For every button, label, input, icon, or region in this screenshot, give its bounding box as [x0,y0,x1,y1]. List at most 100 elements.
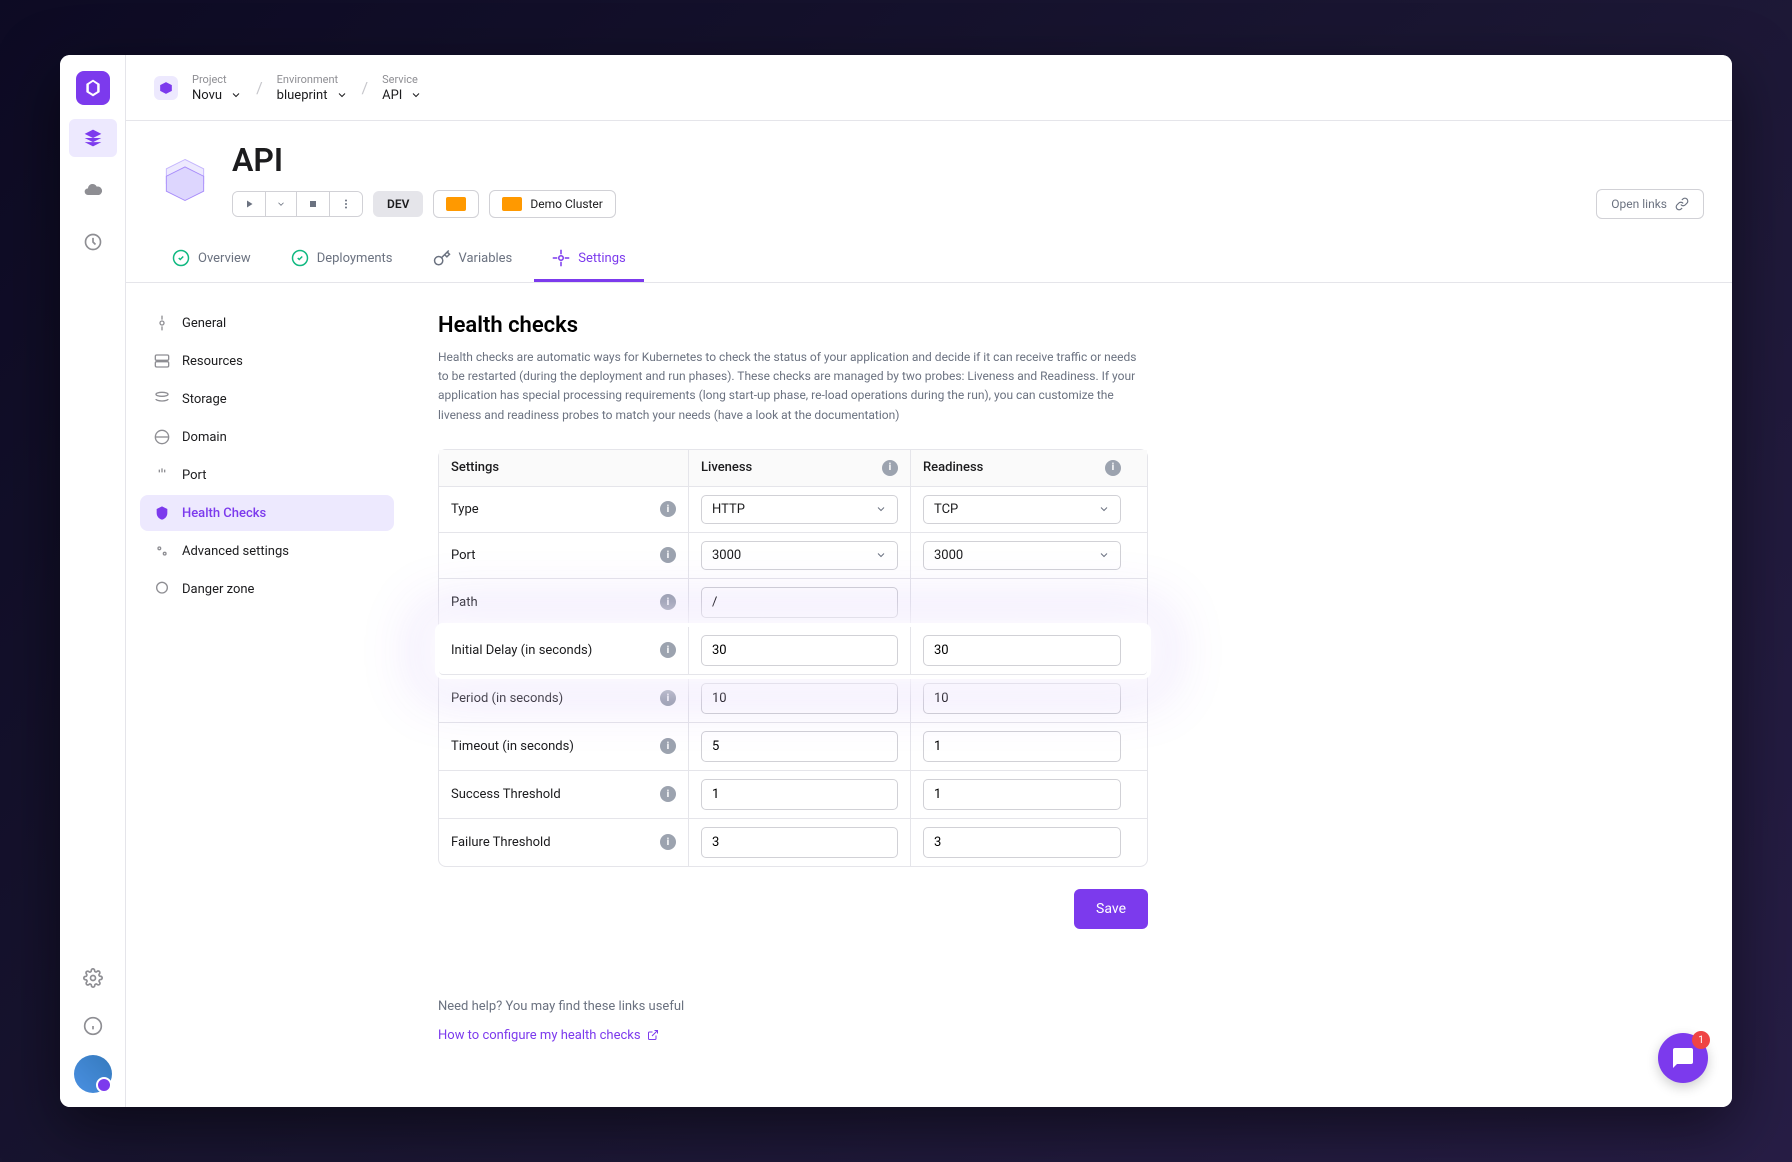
database-icon [154,391,170,407]
cluster-badge[interactable]: Demo Cluster [489,190,615,218]
liveness-path-input[interactable] [701,587,898,618]
info-icon[interactable]: i [660,786,676,802]
tab-deployments[interactable]: Deployments [273,237,411,282]
gear-icon [552,249,570,267]
nav-danger[interactable]: Danger zone [140,571,394,607]
label-success: Success Threshold [451,787,561,802]
bc-env-value[interactable]: blueprint [277,88,348,103]
rail-history[interactable] [69,223,117,261]
liveness-timeout-input[interactable] [701,731,898,762]
nav-domain[interactable]: Domain [140,419,394,455]
cloud-provider-badge[interactable] [433,190,479,218]
rail-settings[interactable] [69,959,117,997]
service-header: API DEV Demo Cluster Open links [126,121,1732,283]
gear-icon [154,315,170,331]
liveness-port-select[interactable]: 3000 [701,541,898,570]
cube-icon [159,81,173,95]
tab-settings[interactable]: Settings [534,237,643,282]
play-dropdown[interactable] [266,192,297,216]
rail-cloud[interactable] [69,171,117,209]
logo-icon [83,78,103,98]
row-port: Porti 3000 3000 [439,533,1147,579]
content: General Resources Storage Domain Port He… [126,283,1732,1107]
nav-general[interactable]: General [140,305,394,341]
stop-button[interactable] [297,192,330,216]
help-title: Need help? You may find these links usef… [438,999,1148,1014]
nav-storage[interactable]: Storage [140,381,394,417]
liveness-success-input[interactable] [701,779,898,810]
label-path: Path [451,595,478,610]
readiness-initial-delay-input[interactable] [923,635,1121,666]
bc-service-value[interactable]: API [382,88,422,103]
bc-project-value[interactable]: Novu [192,88,242,103]
chevron-down-icon [1098,549,1110,561]
stop-icon [307,198,319,210]
chevron-down-icon [875,503,887,515]
info-icon[interactable]: i [1105,460,1121,476]
liveness-initial-delay-input[interactable] [701,635,898,666]
service-icon [154,149,216,211]
readiness-failure-input[interactable] [923,827,1121,858]
bc-env-label: Environment [277,73,348,86]
chat-button[interactable]: 1 [1658,1033,1708,1083]
info-icon[interactable]: i [660,690,676,706]
aws-icon [502,197,522,211]
row-failure: Failure Thresholdi [439,819,1147,866]
liveness-period-input[interactable] [701,683,898,714]
header-readiness: Readinessi [911,450,1133,486]
shield-icon [154,505,170,521]
info-icon[interactable]: i [660,738,676,754]
key-icon [433,249,451,267]
tab-variables[interactable]: Variables [415,237,531,282]
more-button[interactable] [330,192,362,216]
readiness-port-select[interactable]: 3000 [923,541,1121,570]
skull-icon [154,581,170,597]
play-button-group [232,191,363,217]
user-avatar[interactable] [74,1055,112,1093]
table-header-row: Settings Livenessi Readinessi [439,450,1147,487]
open-links-button[interactable]: Open links [1596,189,1704,219]
liveness-type-select[interactable]: HTTP [701,495,898,524]
nav-port[interactable]: Port [140,457,394,493]
readiness-period-input[interactable] [923,683,1121,714]
app-logo[interactable] [76,71,110,105]
bc-service-label: Service [382,73,422,86]
readiness-success-input[interactable] [923,779,1121,810]
label-timeout: Timeout (in seconds) [451,739,574,754]
panel-description: Health checks are automatic ways for Kub… [438,348,1138,425]
history-icon [83,232,103,252]
tab-overview[interactable]: Overview [154,237,269,282]
liveness-failure-input[interactable] [701,827,898,858]
bc-project-label: Project [192,73,242,86]
readiness-type-select[interactable]: TCP [923,495,1121,524]
check-circle-icon [172,249,190,267]
tabs: Overview Deployments Variables Settings [154,237,1704,282]
info-icon[interactable]: i [660,642,676,658]
nav-advanced[interactable]: Advanced settings [140,533,394,569]
gear-icon [83,968,103,988]
nav-resources[interactable]: Resources [140,343,394,379]
server-icon [154,353,170,369]
rail-layers[interactable] [69,119,117,157]
layers-icon [83,128,103,148]
bc-separator: / [362,78,369,97]
info-icon[interactable]: i [660,501,676,517]
chevron-down-icon [410,89,422,101]
aws-icon [446,197,466,211]
rail-info[interactable] [69,1007,117,1045]
service-title: API [232,141,1704,179]
nav-health-checks[interactable]: Health Checks [140,495,394,531]
info-icon[interactable]: i [660,594,676,610]
row-initial-delay: Initial Delay (in seconds)i [439,627,1147,675]
hexagon-stack-icon [157,152,213,208]
help-link[interactable]: How to configure my health checks [438,1028,1148,1043]
save-button[interactable]: Save [1074,889,1148,929]
row-success: Success Threshold i [439,771,1147,819]
info-icon[interactable]: i [882,460,898,476]
info-icon[interactable]: i [660,834,676,850]
readiness-timeout-input[interactable] [923,731,1121,762]
main-area: Project Novu / Environment blueprint / S… [126,55,1732,1107]
link-icon [1675,197,1689,211]
info-icon[interactable]: i [660,547,676,563]
play-button[interactable] [233,192,266,216]
